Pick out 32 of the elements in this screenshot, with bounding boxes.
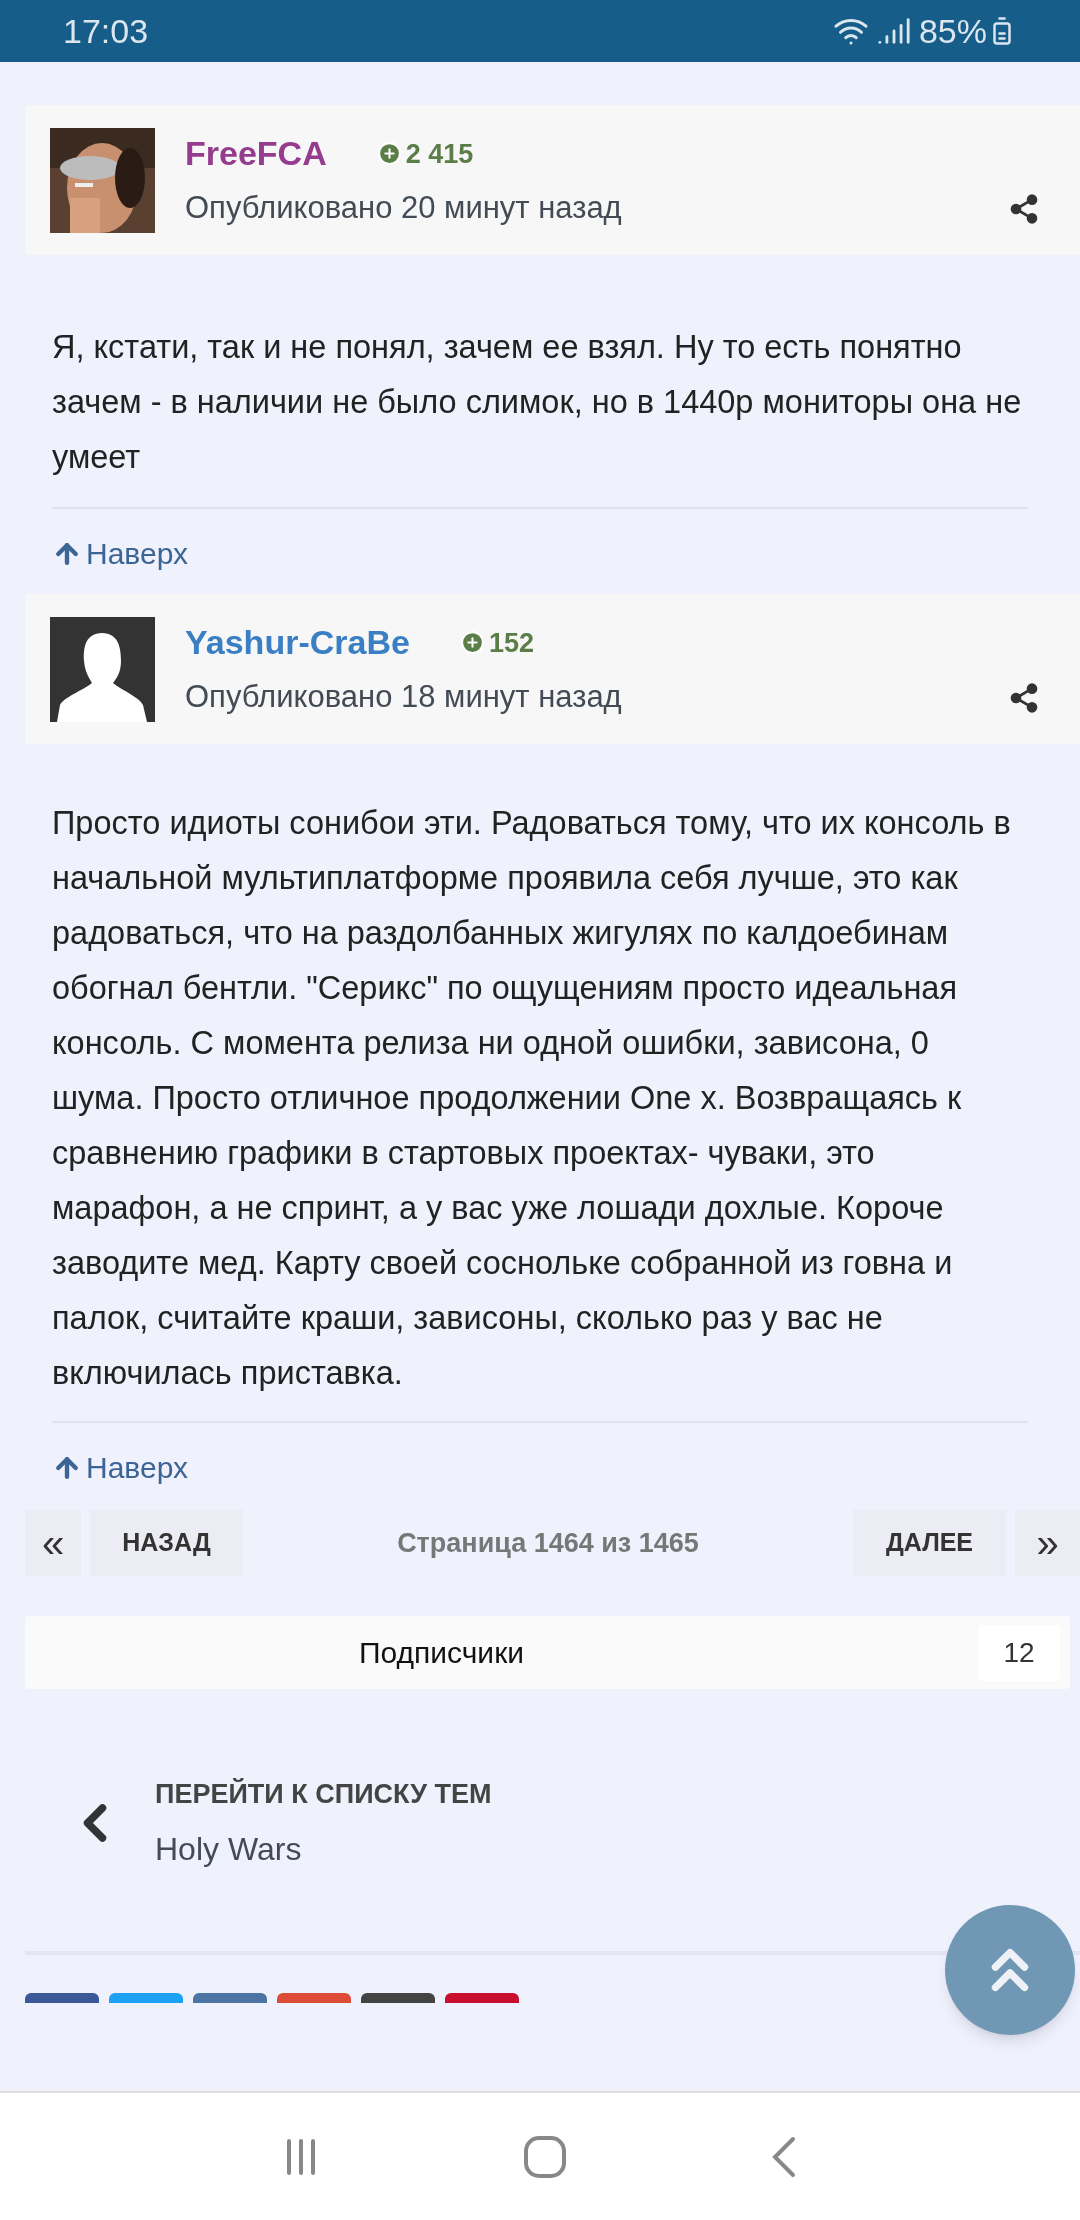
post-text: Просто идиоты сонибои эти. Радоваться тому, что их консоль в начальной мультиплатформе проявила себя лучше, это как радоваться, что на раздолбанных жигулях по калдоебинам обогнал бентли. "Серикс" по ощущениям просто идеальная консоль. С момента релиза ни одной ошибки, зависона, 0 шума. Просто отличное продолжении One x. Возвращаясь к сравнению графики в стартовых проектах- чуваки, это марафон, а не спринт, а у вас уже лошади дохлые. Короче заводите мед. Карту своей соснольке собранной из говна и палок, считайте краши, зависоны, сколько раз у вас не включилась приставка. xyxy=(52,804,1012,1393)
status-time: 17:03 xyxy=(63,10,149,52)
reputation-count: 152 xyxy=(459,622,534,663)
post-date: Опубликовано 20 минут назад xyxy=(185,189,622,228)
share-button[interactable] xyxy=(193,1992,267,2003)
post-text: Я, кстати, так и не понял, зачем ее взял. Ну то есть понятно зачем - в наличии не было слимок, но в 1440p мониторы она не умеет xyxy=(52,328,1023,477)
topic-list-link[interactable]: ПЕРЕЙТИ К СПИСКУ ТЕМ xyxy=(155,1774,492,1815)
back-to-top-link[interactable]: Наверх xyxy=(52,531,1080,576)
back-to-top-link[interactable]: Наверх xyxy=(52,1445,1080,1490)
home-icon[interactable] xyxy=(523,2134,567,2179)
share-icon[interactable] xyxy=(1008,681,1040,714)
forum-name: Holy Wars xyxy=(155,1829,303,1869)
previous-page-button[interactable]: НАЗАД xyxy=(90,1510,243,1576)
share-button[interactable] xyxy=(277,1992,351,2003)
share-icon[interactable] xyxy=(1008,192,1040,225)
plus-icon xyxy=(459,630,485,656)
first-page-button[interactable]: « xyxy=(25,1510,81,1576)
followers-count: 12 xyxy=(978,1624,1060,1681)
share-button[interactable] xyxy=(361,1992,435,2003)
author-name[interactable]: FreeFCA xyxy=(185,128,327,180)
plus-icon xyxy=(376,141,402,167)
share-button[interactable] xyxy=(25,1992,99,2003)
author-name[interactable]: Yashur-CraBe xyxy=(185,617,410,669)
last-page-button[interactable]: » xyxy=(1015,1510,1080,1576)
share-button[interactable] xyxy=(445,1992,519,2003)
battery-percent: 85% xyxy=(918,10,987,52)
page-indicator: Страница 1464 из 1465 xyxy=(396,1526,700,1560)
followers-bar[interactable]: Подписчики 12 xyxy=(25,1616,1070,1689)
next-page-button[interactable]: ДАЛЕЕ xyxy=(853,1510,1006,1576)
followers-label: Подписчики xyxy=(358,1635,525,1671)
reputation-count: 2 415 xyxy=(376,133,474,174)
post-date: Опубликовано 18 минут назад xyxy=(185,678,622,717)
